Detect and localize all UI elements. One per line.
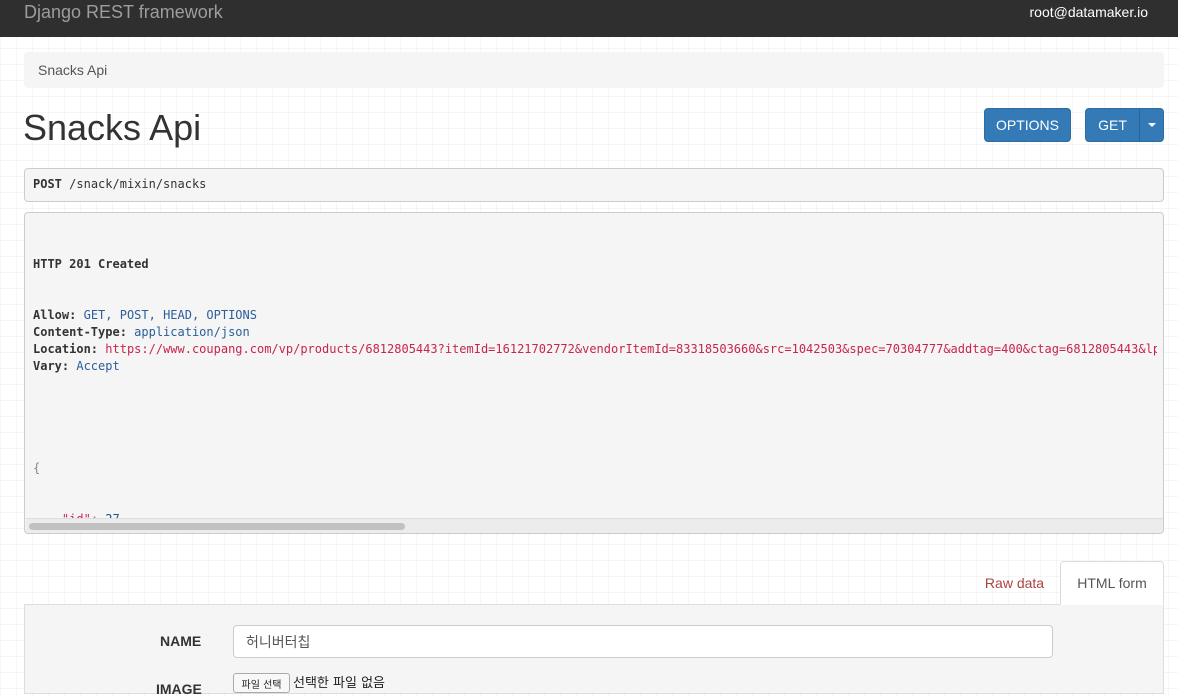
page-title: Snacks Api — [23, 107, 202, 148]
navbar: Django REST framework root@datamaker.io — [0, 0, 1178, 37]
tab-raw-data[interactable]: Raw data — [974, 562, 1055, 604]
name-input[interactable] — [233, 625, 1053, 658]
html-form-panel: NAME IMAGE 파일 선택 선택한 파일 없음 — [24, 604, 1164, 697]
response-header-key: Vary: — [33, 359, 70, 373]
file-status-text: 선택한 파일 없음 — [293, 676, 385, 691]
caret-down-icon — [1147, 123, 1156, 127]
response-header-key: Allow: — [33, 308, 77, 322]
get-format-dropdown-button[interactable] — [1139, 108, 1164, 142]
response-status: HTTP 201 Created — [33, 257, 149, 271]
request-path: /snack/mixin/snacks — [69, 177, 207, 191]
response-header-value: application/json — [134, 325, 250, 339]
response-header-line: Location: https://www.coupang.com/vp/pro… — [33, 341, 1157, 358]
response-header-key: Content-Type: — [33, 325, 127, 339]
response-content: HTTP 201 Created Allow: GET, POST, HEAD,… — [33, 222, 1157, 522]
response-info: HTTP 201 Created Allow: GET, POST, HEAD,… — [24, 212, 1164, 534]
name-label: NAME — [160, 633, 202, 649]
response-header-line: Vary: Accept — [33, 358, 1157, 375]
user-menu[interactable]: root@datamaker.io — [1030, 4, 1149, 20]
horizontal-scrollbar[interactable] — [26, 518, 1163, 533]
breadcrumb: Snacks Api — [24, 52, 1164, 88]
response-header-value: GET, POST, HEAD, OPTIONS — [83, 308, 257, 322]
breadcrumb-item-snacks-api[interactable]: Snacks Api — [38, 62, 107, 78]
tab-html-form[interactable]: HTML form — [1060, 561, 1164, 605]
brand-link[interactable]: Django REST framework — [24, 2, 223, 23]
response-header-line: Allow: GET, POST, HEAD, OPTIONS — [33, 307, 1157, 324]
response-header-key: Location: — [33, 342, 99, 356]
request-method: POST — [33, 177, 62, 191]
json-open-brace: { — [33, 461, 41, 475]
response-header-line: Content-Type: application/json — [33, 324, 1157, 341]
request-info: POST /snack/mixin/snacks — [24, 168, 1164, 202]
image-label: IMAGE — [156, 681, 202, 697]
options-button[interactable]: OPTIONS — [984, 108, 1071, 142]
get-button[interactable]: GET — [1085, 108, 1140, 142]
response-headers: Allow: GET, POST, HEAD, OPTIONS Content-T… — [33, 307, 1157, 375]
response-header-value: Accept — [76, 359, 120, 373]
scrollbar-thumb[interactable] — [29, 523, 405, 530]
file-select-button[interactable]: 파일 선택 — [233, 673, 290, 693]
response-header-value[interactable]: https://www.coupang.com/vp/products/6812… — [105, 342, 1157, 356]
